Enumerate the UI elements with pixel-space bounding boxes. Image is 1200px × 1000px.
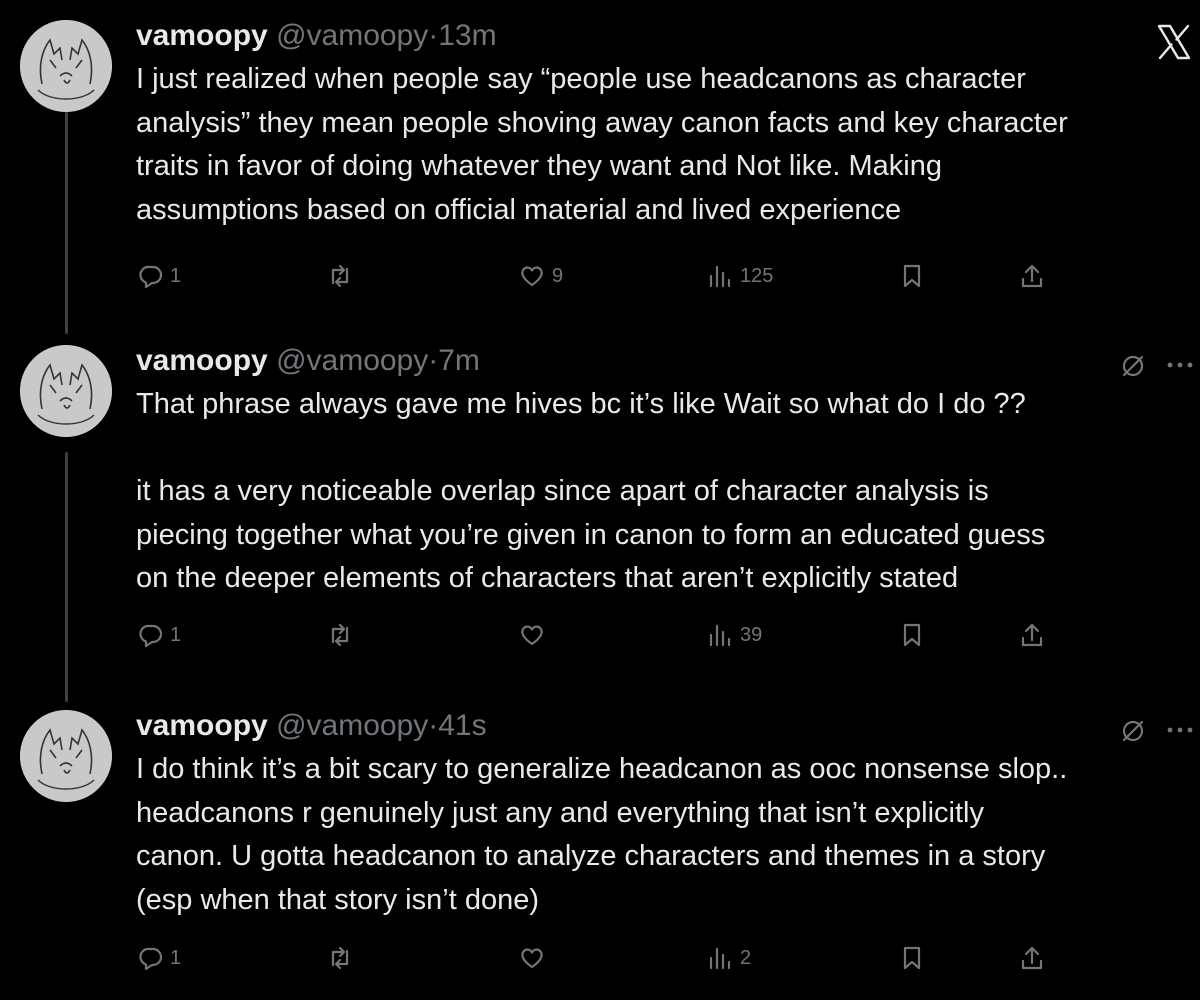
retweet-button[interactable] <box>326 615 360 655</box>
heart-icon <box>521 625 543 646</box>
retweet-icon <box>331 946 349 970</box>
avatar[interactable] <box>20 345 112 437</box>
bookmark-button[interactable] <box>898 615 926 655</box>
more-icon[interactable] <box>1165 718 1195 747</box>
bookmark-button[interactable] <box>898 256 926 296</box>
share-button[interactable] <box>1018 615 1046 655</box>
tweet-actions: 1 2 <box>136 938 1066 978</box>
views-count: 2 <box>740 946 752 969</box>
reply-icon <box>139 624 163 648</box>
timestamp[interactable]: 7m <box>438 344 480 377</box>
views-button[interactable]: 2 <box>706 938 751 978</box>
thread-connector <box>65 112 68 334</box>
display-name[interactable]: vamoopy <box>136 344 268 377</box>
x-logo-icon[interactable] <box>1154 22 1194 62</box>
share-button[interactable] <box>1018 938 1046 978</box>
separator-dot: · <box>428 709 439 742</box>
display-name[interactable]: vamoopy <box>136 709 268 742</box>
reply-count: 1 <box>170 946 182 969</box>
retweet-icon <box>331 264 349 288</box>
share-icon <box>1021 946 1043 970</box>
tweet-actions: 1 39 <box>136 615 1066 655</box>
reply-button[interactable]: 1 <box>136 938 181 978</box>
tweet-text: I do think it’s a bit scary to generaliz… <box>136 753 1068 916</box>
thread-connector <box>65 452 68 702</box>
like-button[interactable]: 9 <box>518 256 563 296</box>
views-icon <box>709 947 731 970</box>
tweet-header: vamoopy @vamoopy·13m <box>136 16 497 56</box>
retweet-button[interactable] <box>326 938 360 978</box>
more-icon[interactable] <box>1165 353 1195 382</box>
timestamp[interactable]: 13m <box>438 19 496 52</box>
views-icon <box>709 624 731 647</box>
reply-count: 1 <box>170 623 182 646</box>
like-button[interactable] <box>518 938 552 978</box>
edit-slash-icon[interactable] <box>1118 716 1148 751</box>
like-button[interactable] <box>518 615 552 655</box>
views-count: 125 <box>740 264 774 287</box>
views-icon <box>709 265 731 288</box>
user-handle[interactable]: @vamoopy <box>276 709 428 742</box>
tweet-text: I just realized when people say “people … <box>136 63 1068 226</box>
reply-icon <box>139 947 163 971</box>
share-icon <box>1021 264 1043 288</box>
tweet-header: vamoopy @vamoopy·7m <box>136 341 480 381</box>
reply-icon <box>139 265 163 289</box>
reply-count: 1 <box>170 264 182 287</box>
tweet-actions: 1 9 125 <box>136 256 1066 296</box>
user-handle[interactable]: @vamoopy <box>276 19 428 52</box>
avatar[interactable] <box>20 20 112 112</box>
timestamp[interactable]: 41s <box>438 709 486 742</box>
views-count: 39 <box>740 623 763 646</box>
avatar[interactable] <box>20 710 112 802</box>
reply-button[interactable]: 1 <box>136 615 181 655</box>
bookmark-icon <box>903 623 921 647</box>
heart-icon <box>521 948 543 969</box>
views-button[interactable]: 125 <box>706 256 773 296</box>
tweet-text: That phrase always gave me hives bc it’s… <box>136 388 1046 594</box>
heart-icon <box>521 266 543 287</box>
bookmark-icon <box>903 264 921 288</box>
share-icon <box>1021 623 1043 647</box>
share-button[interactable] <box>1018 256 1046 296</box>
separator-dot: · <box>428 19 439 52</box>
retweet-button[interactable] <box>326 256 360 296</box>
display-name[interactable]: vamoopy <box>136 19 268 52</box>
bookmark-button[interactable] <box>898 938 926 978</box>
tweet-header: vamoopy @vamoopy·41s <box>136 706 487 746</box>
bookmark-icon <box>903 946 921 970</box>
user-handle[interactable]: @vamoopy <box>276 344 428 377</box>
edit-slash-icon[interactable] <box>1118 351 1148 386</box>
like-count: 9 <box>552 264 564 287</box>
separator-dot: · <box>428 344 439 377</box>
retweet-icon <box>331 623 349 647</box>
views-button[interactable]: 39 <box>706 615 762 655</box>
reply-button[interactable]: 1 <box>136 256 181 296</box>
